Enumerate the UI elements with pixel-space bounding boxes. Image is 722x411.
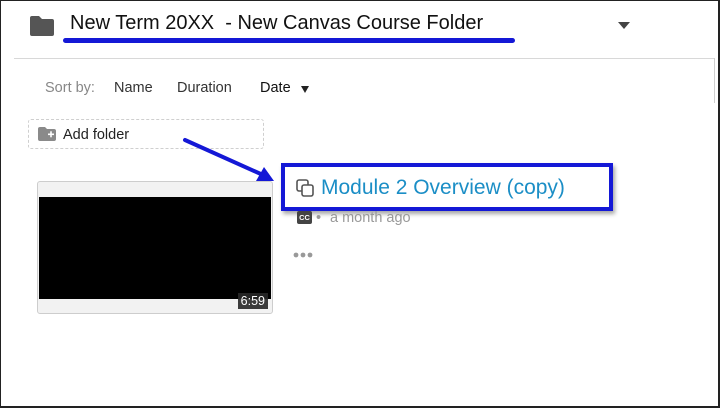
more-horizontal-icon[interactable] (293, 250, 315, 260)
sort-option-date[interactable]: Date (260, 80, 291, 96)
modified-date: a month ago (330, 210, 411, 226)
folder-icon (30, 16, 54, 36)
add-folder-label: Add folder (63, 127, 130, 143)
panel-divider (714, 58, 715, 103)
media-title-link[interactable]: Module 2 Overview (copy) (321, 176, 565, 200)
sort-option-name[interactable]: Name (114, 80, 153, 96)
annotation-highlight-box: Module 2 Overview (copy) (281, 163, 613, 211)
caret-down-icon[interactable] (301, 86, 309, 93)
annotation-underline (63, 38, 515, 43)
meta-separator: • (316, 210, 322, 226)
duration-badge: 6:59 (237, 293, 268, 309)
folder-title: New Term 20XX - New Canvas Course Folder (70, 12, 484, 34)
sort-option-duration[interactable]: Duration (177, 80, 232, 96)
add-folder-button[interactable]: Add folder (28, 119, 264, 149)
folder-plus-icon (38, 127, 56, 141)
closed-captions-icon: CC (297, 211, 312, 224)
video-thumbnail[interactable]: 6:59 (37, 181, 273, 314)
copy-icon (296, 179, 314, 197)
header-divider (14, 58, 714, 59)
sort-by-label: Sort by: (45, 80, 95, 96)
caret-down-icon[interactable] (618, 22, 630, 29)
video-preview (39, 197, 271, 299)
